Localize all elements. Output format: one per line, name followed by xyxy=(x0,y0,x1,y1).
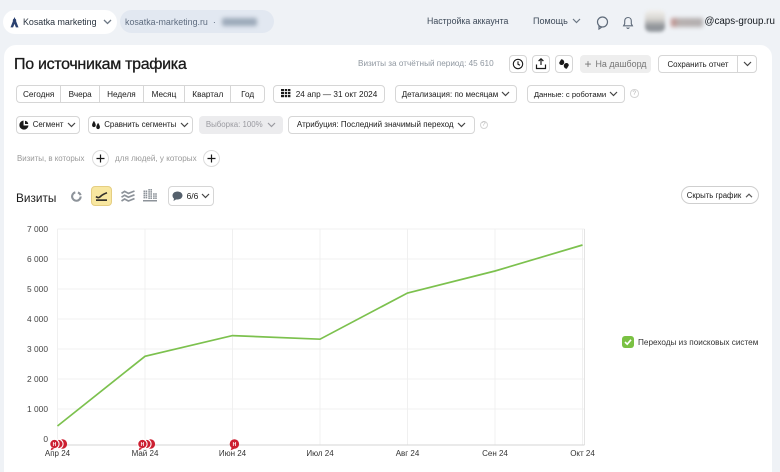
svg-text:Н: Н xyxy=(232,442,236,448)
svg-text:Н: Н xyxy=(140,442,144,448)
svg-text:Н: Н xyxy=(53,442,57,448)
